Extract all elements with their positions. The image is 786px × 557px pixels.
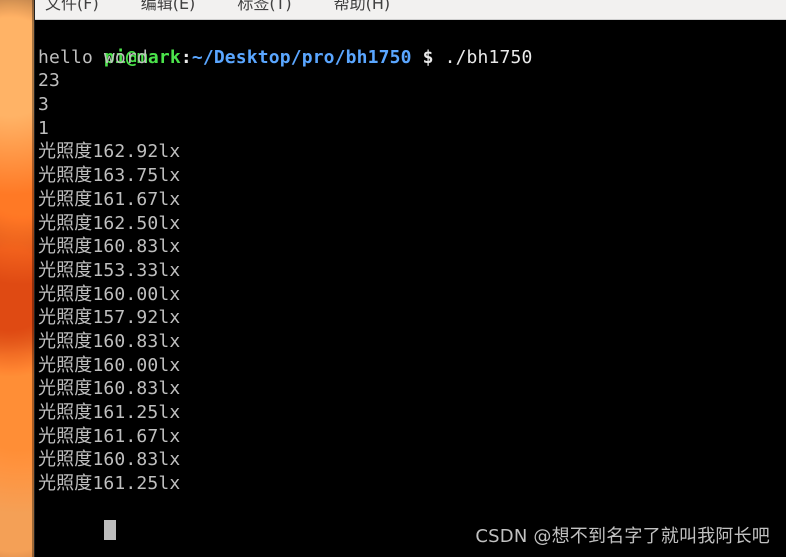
prompt-dollar: $ <box>422 46 434 68</box>
output-line: 光照度160.00lx <box>38 283 181 305</box>
menu-tabs[interactable]: 标签(T) <box>237 0 291 14</box>
desktop-wallpaper-strip <box>0 0 34 557</box>
menu-bar-items: 文件(F) 编辑(E) 标签(T) 帮助(H) <box>35 0 390 17</box>
output-line: 光照度153.33lx <box>38 259 181 281</box>
prompt-line: pi@mark:~/Desktop/pro/bh1750 $ ./bh1750 <box>38 22 778 68</box>
menu-help[interactable]: 帮助(H) <box>334 0 391 14</box>
menu-edit[interactable]: 编辑(E) <box>141 0 196 14</box>
prompt-path: ~/Desktop/pro/bh1750 <box>191 46 412 68</box>
output-line: 光照度162.50lx <box>38 212 181 234</box>
output-line: 光照度161.25lx <box>38 402 181 423</box>
output-line: 1 <box>38 117 49 139</box>
cursor-line <box>38 496 778 541</box>
output-line: 光照度160.83lx <box>38 330 181 352</box>
output-line: 光照度161.67lx <box>38 425 181 447</box>
terminal-window: 文件(F) 编辑(E) 标签(T) 帮助(H) pi@mark:~/Deskto… <box>34 0 786 557</box>
output-line: 23 <box>38 70 60 92</box>
output-line: 3 <box>38 94 49 116</box>
output-line: 光照度161.67lx <box>38 188 181 210</box>
terminal-output[interactable]: pi@mark:~/Desktop/pro/bh1750 $ ./bh1750 … <box>38 22 778 557</box>
output-line: 光照度162.92lx <box>38 141 181 163</box>
text-cursor <box>103 520 116 541</box>
watermark-text: CSDN @想不到名字了就叫我阿长吧 <box>475 526 770 547</box>
output-line: 光照度160.83lx <box>38 236 181 258</box>
output-line: 光照度163.75lx <box>38 165 181 187</box>
prompt-separator: : <box>180 46 192 68</box>
prompt-command: ./bh1750 <box>433 46 533 68</box>
menu-bar: 文件(F) 编辑(E) 标签(T) 帮助(H) <box>35 0 786 20</box>
output-line: 光照度160.83lx <box>38 378 181 400</box>
output-line: 光照度160.83lx <box>38 449 181 471</box>
output-line: 光照度157.92lx <box>38 307 181 329</box>
output-line: 光照度160.00lx <box>38 354 181 376</box>
menu-file[interactable]: 文件(F) <box>45 0 99 14</box>
output-line: 光照度161.25lx <box>38 473 181 495</box>
